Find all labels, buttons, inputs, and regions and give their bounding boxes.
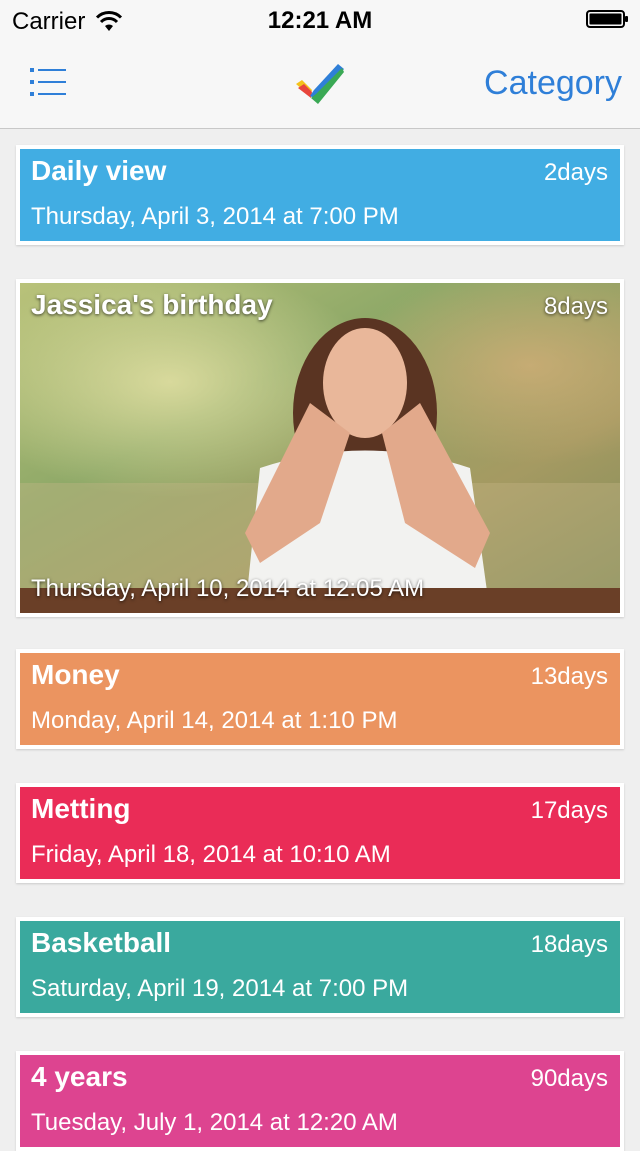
event-days-remaining: 18days: [530, 931, 608, 958]
event-card-money[interactable]: Money 13days Monday, April 14, 2014 at 1…: [16, 649, 624, 749]
event-title: Daily view: [31, 155, 167, 186]
event-card-meeting[interactable]: Metting 17days Friday, April 18, 2014 at…: [16, 783, 624, 883]
status-time: 12:21 AM: [267, 7, 373, 34]
event-card-basketball[interactable]: Basketball 18days Saturday, April 19, 20…: [16, 917, 624, 1017]
category-button[interactable]: Category: [484, 64, 622, 103]
event-date: Tuesday, July 1, 2014 at 12:20 AM: [31, 1109, 398, 1136]
event-photo: [20, 283, 620, 613]
event-date: Monday, April 14, 2014 at 1:10 PM: [31, 707, 398, 734]
event-title: Metting: [31, 793, 131, 824]
event-days-remaining: 8days: [543, 293, 608, 320]
event-date: Thursday, April 10, 2014 at 12:05 AM: [31, 575, 425, 602]
event-date: Saturday, April 19, 2014 at 7:00 PM: [31, 975, 409, 1002]
event-title: Jassica's birthday: [31, 289, 273, 320]
event-card-four-years[interactable]: 4 years 90days Tuesday, July 1, 2014 at …: [16, 1051, 624, 1151]
event-days-remaining: 2days: [543, 159, 608, 186]
event-card-birthday[interactable]: Jassica's birthday 8days Thursday, April…: [16, 279, 624, 617]
event-date: Friday, April 18, 2014 at 10:10 AM: [31, 841, 391, 868]
event-title: 4 years: [31, 1061, 128, 1092]
event-days-remaining: 90days: [530, 1065, 608, 1092]
event-title: Money: [31, 659, 120, 690]
list-menu-icon[interactable]: [28, 64, 68, 100]
event-title: Basketball: [31, 927, 172, 958]
event-days-remaining: 17days: [530, 797, 608, 824]
event-card-daily-view[interactable]: Daily view 2days Thursday, April 3, 2014…: [16, 145, 624, 245]
status-bar: Carrier 12:21 AM: [0, 0, 640, 40]
event-days-remaining: 13days: [530, 663, 608, 690]
event-date: Thursday, April 3, 2014 at 7:00 PM: [31, 203, 399, 230]
checkmark-logo-icon: [296, 64, 344, 104]
battery-icon: [586, 10, 628, 28]
nav-bar: Category: [0, 40, 640, 129]
